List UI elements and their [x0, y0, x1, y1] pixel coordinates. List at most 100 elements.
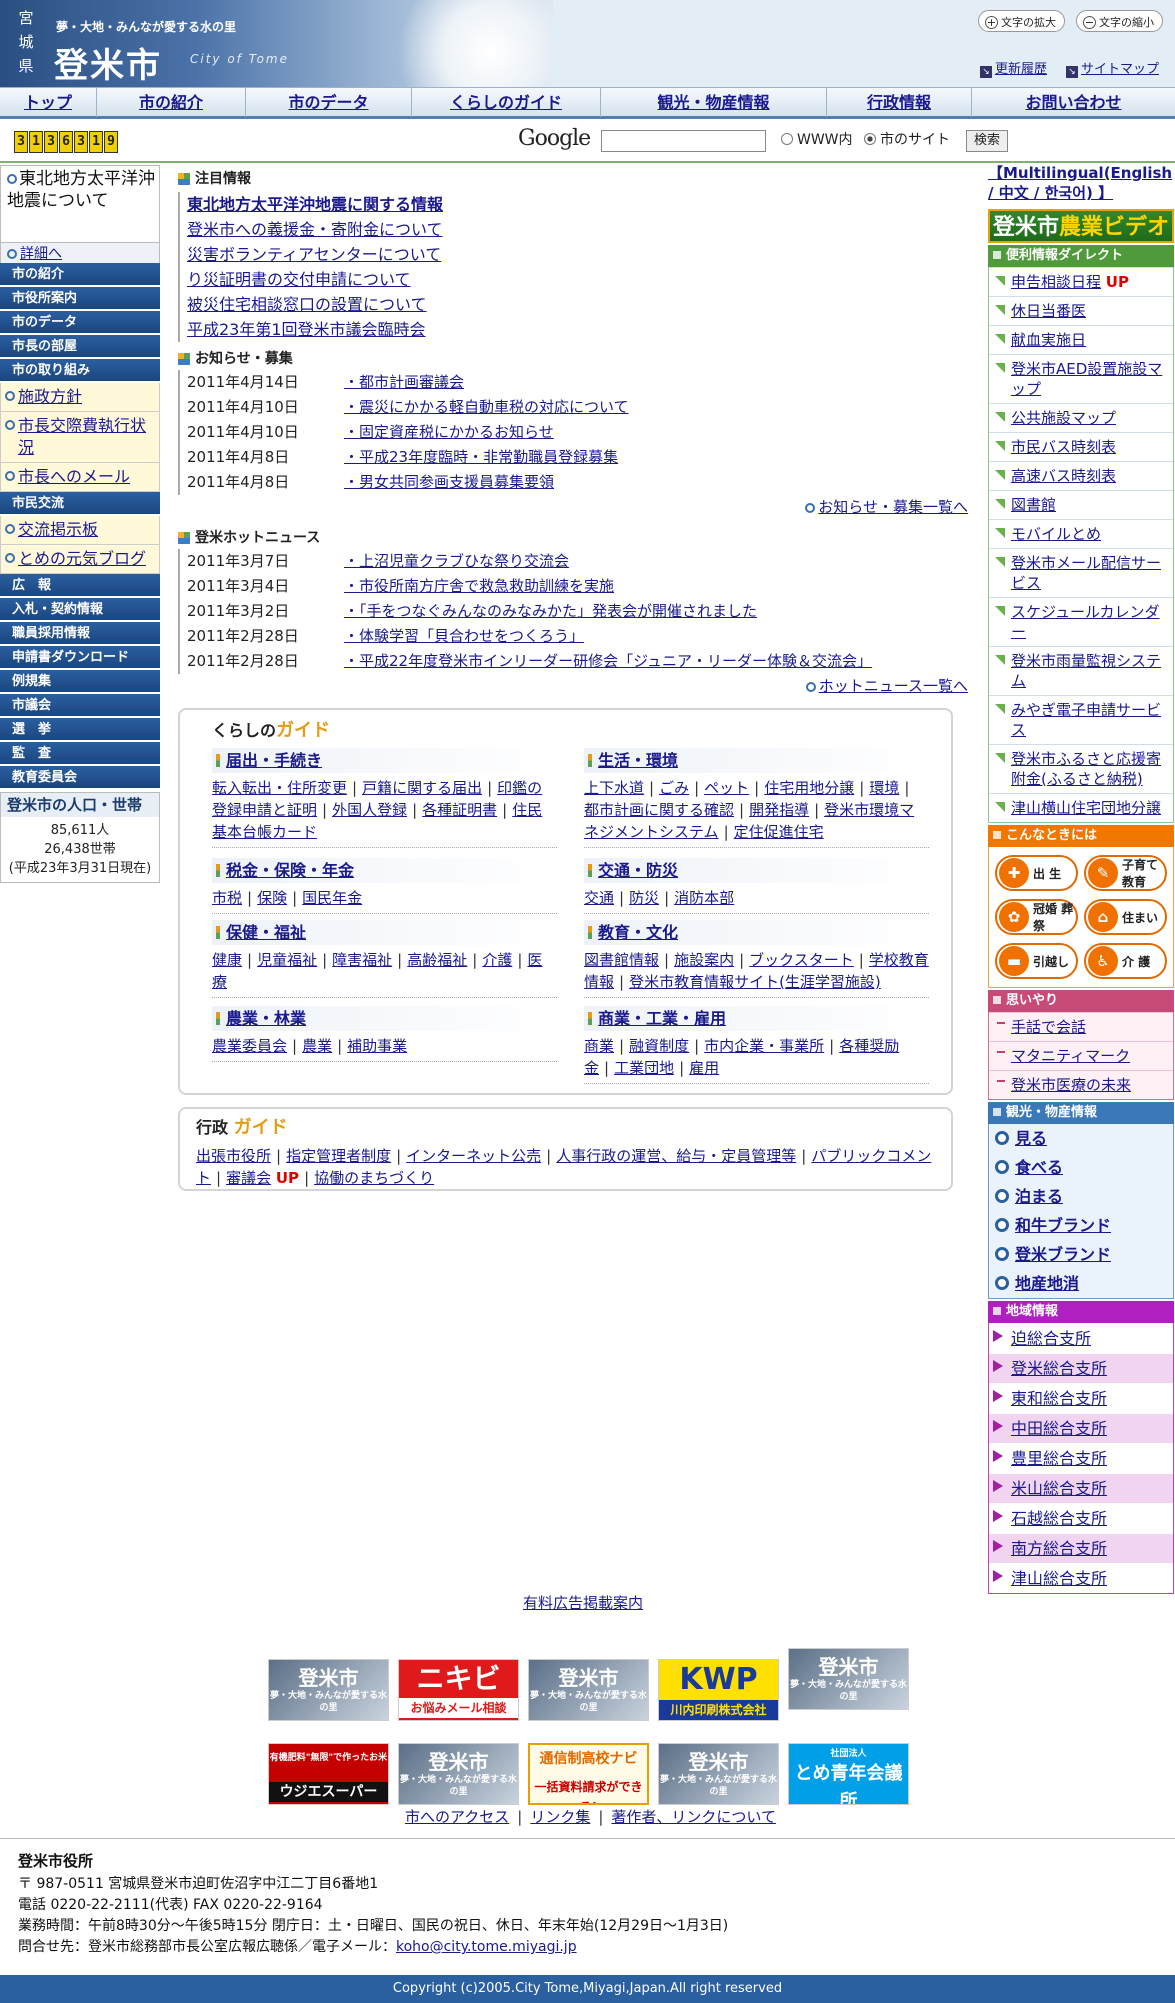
copyright-link[interactable]: 著作者、リンクについて — [611, 1808, 776, 1826]
list-item[interactable]: 図書館 — [989, 490, 1173, 519]
left-cat-initiatives[interactable]: 市の取り組み — [0, 359, 160, 383]
left-cat-audit[interactable]: 監 査 — [0, 742, 160, 766]
list-item[interactable]: 2011年4月14日 ・都市計画審議会 — [178, 370, 968, 395]
guide-link[interactable]: 市内企業・事業所 — [704, 1037, 824, 1055]
list-item[interactable]: 2011年2月28日 ・体験学習「貝合わせをつくろう」 — [178, 624, 968, 649]
guide-link[interactable]: 開発指導 — [749, 801, 809, 819]
left-cat-mayor[interactable]: 市長の部屋 — [0, 335, 160, 359]
admin-link[interactable]: 出張市役所 — [196, 1147, 271, 1165]
ad-kwp[interactable]: KWP 川内印刷株式会社 — [658, 1659, 779, 1721]
left-sub-mayor-expenses[interactable]: 市長交際費執行状況 — [0, 412, 160, 463]
konna-housing[interactable]: ⌂ 住まい — [1084, 899, 1167, 935]
guide-link[interactable]: 農業委員会 — [212, 1037, 287, 1055]
list-item[interactable]: 津山総合支所 — [989, 1563, 1173, 1593]
ad-ujie[interactable]: 有機肥料"無限"で作ったお米 ウジエスーパー — [268, 1743, 389, 1805]
list-item[interactable]: 公共施設マップ — [989, 403, 1173, 432]
list-item[interactable]: モバイルとめ — [989, 519, 1173, 548]
guide-link[interactable]: 転入転出・住所変更 — [212, 779, 347, 797]
earthquake-box[interactable]: 東北地方太平洋沖地震について — [0, 165, 160, 243]
left-cat-city-intro[interactable]: 市の紹介 — [0, 263, 160, 287]
list-item[interactable]: 2011年3月2日 ・「手をつなぐみんなのみなみかた」発表会が開催されました — [178, 599, 968, 624]
list-item[interactable]: 見る — [989, 1124, 1173, 1153]
ad-tsushin[interactable]: 通信制高校ナビ一括資料請求ができる! — [528, 1743, 649, 1805]
guide-cat[interactable]: 生活・環境 — [584, 748, 929, 773]
list-item[interactable]: 手話で会話 — [989, 1012, 1173, 1041]
email-link[interactable]: koho@city.tome.miyagi.jp — [396, 1939, 577, 1955]
list-item[interactable]: り災証明書の交付申請について — [178, 267, 968, 292]
left-cat-regulations[interactable]: 例規集 — [0, 670, 160, 694]
list-item[interactable]: 2011年4月10日 ・固定資産税にかかるお知らせ — [178, 420, 968, 445]
list-item[interactable]: 高速バス時刻表 — [989, 461, 1173, 490]
guide-link[interactable]: 交通 — [584, 889, 614, 907]
multilingual-link[interactable]: 【Multilingual(English / 中文 / 한국어) 】 — [988, 163, 1174, 205]
guide-link[interactable]: 高齢福祉 — [407, 951, 467, 969]
guide-link[interactable]: 農業 — [302, 1037, 332, 1055]
nav-contact[interactable]: お問い合わせ — [972, 88, 1175, 117]
ad-tome-1[interactable]: 登米市 夢・大地・みんなが愛する水の里 — [268, 1659, 389, 1721]
admin-link[interactable]: 指定管理者制度 — [286, 1147, 391, 1165]
guide-link[interactable]: 登米市教育情報サイト(生涯学習施設) — [629, 973, 881, 991]
guide-link[interactable]: ブックスタート — [749, 951, 854, 969]
nav-city-data[interactable]: 市のデータ — [246, 88, 412, 117]
konna-care[interactable]: ♿ 介 護 — [1084, 943, 1167, 979]
guide-cat[interactable]: 農業・林業 — [212, 1006, 557, 1031]
list-item[interactable]: 登米市への義援金・寄附金について — [178, 217, 968, 242]
guide-link[interactable]: 施設案内 — [674, 951, 734, 969]
guide-link[interactable]: 雇用 — [689, 1059, 719, 1077]
admin-link[interactable]: 人事行政の運営、給与・定員管理等 — [556, 1147, 796, 1165]
left-sub-mayor-mail[interactable]: 市長へのメール — [0, 463, 160, 492]
guide-link[interactable]: ごみ — [659, 779, 689, 797]
left-cat-forms[interactable]: 申請書ダウンロード — [0, 646, 160, 670]
nav-top[interactable]: トップ — [0, 88, 97, 117]
konna-moving[interactable]: ▬ 引越し — [995, 943, 1078, 979]
list-item[interactable]: 米山総合支所 — [989, 1473, 1173, 1503]
guide-cat[interactable]: 交通・防災 — [584, 858, 929, 883]
guide-link[interactable]: 戸籍に関する届出 — [362, 779, 482, 797]
admin-link[interactable]: 審議会 — [226, 1169, 271, 1187]
konna-birth[interactable]: ✚ 出 生 — [995, 855, 1078, 891]
konna-ceremony[interactable]: ✿ 冠婚 葬祭 — [995, 899, 1078, 935]
site-banner[interactable]: 宮城県 夢・大地・みんなが愛する水の里 登米市 City of Tome — [0, 0, 553, 87]
list-item[interactable]: 地産地消 — [989, 1269, 1173, 1298]
search-input[interactable] — [601, 130, 766, 152]
list-item[interactable]: マタニティマーク — [989, 1041, 1173, 1070]
list-item[interactable]: 津山横山住宅団地分譲 — [989, 793, 1173, 822]
sitemap-link[interactable]: ↘ サイトマップ — [1066, 58, 1159, 78]
left-sub-bbs[interactable]: 交流掲示板 — [0, 516, 160, 545]
list-item[interactable]: 市民バス時刻表 — [989, 432, 1173, 461]
agri-video-banner[interactable]: 登米市農業ビデオ — [988, 209, 1174, 243]
list-item[interactable]: 登米市医療の未来 — [989, 1070, 1173, 1099]
left-cat-elections[interactable]: 選 挙 — [0, 718, 160, 742]
list-item[interactable]: 登米市AED設置施設マップ — [989, 354, 1173, 403]
guide-cat[interactable]: 商業・工業・雇用 — [584, 1006, 929, 1031]
list-item[interactable]: 登米市ふるさと応援寄附金(ふるさと納税) — [989, 744, 1173, 793]
list-item[interactable]: 泊まる — [989, 1182, 1173, 1211]
guide-link[interactable]: ペット — [704, 779, 749, 797]
list-item[interactable]: 東和総合支所 — [989, 1383, 1173, 1413]
list-item[interactable]: 災害ボランティアセンターについて — [178, 242, 968, 267]
guide-cat[interactable]: 届出・手続き — [212, 748, 557, 773]
guide-cat[interactable]: 税金・保険・年金 — [212, 858, 557, 883]
left-sub-policy[interactable]: 施政方針 — [0, 383, 160, 412]
guide-link[interactable]: 介護 — [482, 951, 512, 969]
list-item[interactable]: 献血実施日 — [989, 325, 1173, 354]
left-cat-data[interactable]: 市のデータ — [0, 311, 160, 335]
left-cat-council[interactable]: 市議会 — [0, 694, 160, 718]
list-item[interactable]: 2011年4月8日 ・平成23年度臨時・非常勤職員登録募集 — [178, 445, 968, 470]
search-scope-www[interactable]: WWW内 — [781, 129, 853, 149]
list-item[interactable]: 食べる — [989, 1153, 1173, 1182]
guide-link[interactable]: 消防本部 — [674, 889, 734, 907]
left-cat-exchange[interactable]: 市民交流 — [0, 492, 160, 516]
guide-link[interactable]: 商業 — [584, 1037, 614, 1055]
admin-link[interactable]: インターネット公売 — [406, 1147, 541, 1165]
list-item[interactable]: 平成23年第1回登米市議会臨時会 — [178, 317, 968, 342]
ad-tome-5[interactable]: 登米市 夢・大地・みんなが愛する水の里 — [658, 1743, 779, 1805]
guide-link[interactable]: 補助事業 — [347, 1037, 407, 1055]
left-sub-blog[interactable]: とめの元気ブログ — [0, 545, 160, 574]
list-item[interactable]: スケジュールカレンダー — [989, 597, 1173, 646]
list-item[interactable]: 豊里総合支所 — [989, 1443, 1173, 1473]
list-item[interactable]: 登米市メール配信サービス — [989, 548, 1173, 597]
nav-living-guide[interactable]: くらしのガイド — [412, 88, 601, 117]
guide-link[interactable]: 外国人登録 — [332, 801, 407, 819]
list-item[interactable]: 2011年2月28日 ・平成22年度登米市インリーダー研修会「ジュニア・リーダー体… — [178, 649, 968, 674]
